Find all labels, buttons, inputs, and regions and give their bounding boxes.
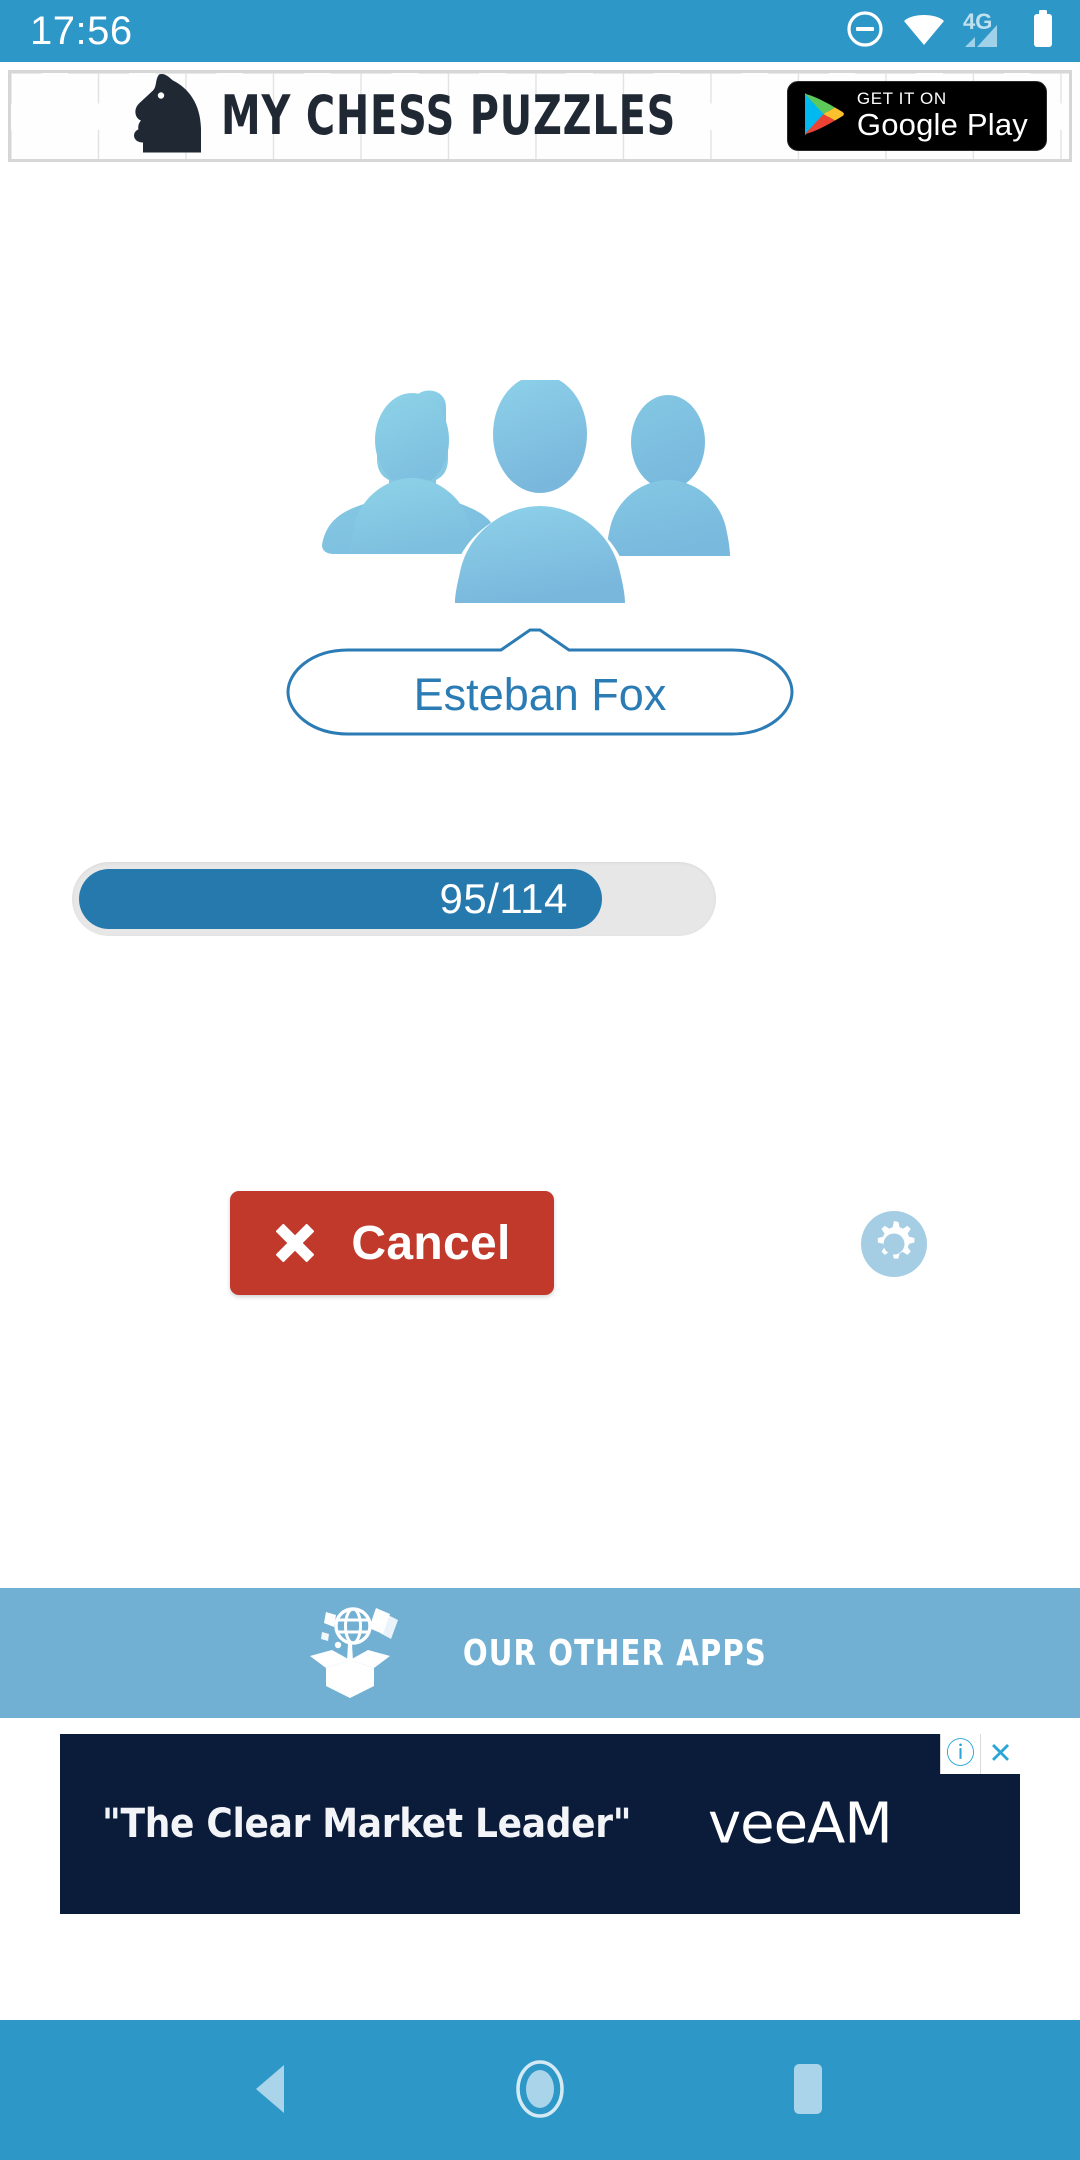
ad-info-icon: ⓘ [945, 1737, 975, 1770]
navigation-bar [0, 2020, 1080, 2160]
promo-banner[interactable]: MY CHESS PUZZLES GET IT ON Google Play [0, 62, 1080, 172]
home-circle-icon [508, 2053, 572, 2128]
do-not-disturb-icon [845, 9, 885, 54]
nav-recents-button[interactable] [715, 2020, 901, 2160]
gear-icon [859, 1211, 929, 1282]
google-play-text: GET IT ON Google Play [856, 88, 1028, 143]
progress-bar-fill: 95/114 [79, 869, 602, 929]
google-play-prefix: GET IT ON [856, 88, 947, 108]
nav-back-button[interactable] [179, 2020, 365, 2160]
promo-app-name: MY CHESS PUZZLES [221, 84, 677, 147]
nav-home-button[interactable] [447, 2020, 633, 2160]
promo-banner-inner[interactable]: MY CHESS PUZZLES GET IT ON Google Play [8, 70, 1072, 162]
ad-info-button[interactable]: ⓘ [940, 1734, 980, 1774]
battery-icon [1032, 9, 1054, 54]
ad-banner[interactable]: "The Clear Market Leader" veeAM ⓘ ✕ [60, 1734, 1020, 1914]
svg-text:4G: 4G [963, 9, 992, 34]
google-play-icon [802, 91, 844, 142]
chess-knight-puzzle-icon [129, 73, 211, 159]
main-content: Esteban Fox 95/114 Cancel [0, 172, 1080, 1588]
status-time: 17:56 [30, 9, 133, 53]
our-other-apps-bar[interactable]: OUR OTHER APPS [0, 1588, 1080, 1718]
google-play-store-name: Google Play [856, 107, 1028, 143]
promo-content: MY CHESS PUZZLES GET IT ON Google Play [11, 74, 1069, 153]
ad-container: "The Clear Market Leader" veeAM ⓘ ✕ [0, 1718, 1080, 2020]
ad-close-icon: ✕ [988, 1737, 1013, 1770]
ad-badges: ⓘ ✕ [940, 1734, 1020, 1774]
player-name: Esteban Fox [413, 669, 667, 720]
people-group-icon [320, 368, 760, 615]
cancel-button[interactable]: Cancel [230, 1191, 554, 1295]
player-name-bubble: Esteban Fox [284, 628, 796, 756]
google-play-badge[interactable]: GET IT ON Google Play [786, 81, 1047, 151]
progress-label: 95/114 [439, 875, 568, 922]
settings-button[interactable] [859, 1209, 929, 1279]
recents-square-icon [785, 2058, 831, 2123]
status-bar: 17:56 4G [0, 0, 1080, 62]
open-box-icon [296, 1598, 404, 1709]
back-triangle-icon [244, 2059, 300, 2122]
wifi-icon [902, 11, 946, 52]
ad-headline: "The Clear Market Leader" [102, 1801, 632, 1847]
ad-close-button[interactable]: ✕ [980, 1734, 1020, 1774]
close-x-icon [273, 1221, 317, 1265]
our-other-apps-label: OUR OTHER APPS [462, 1632, 767, 1674]
cancel-button-label: Cancel [351, 1216, 511, 1270]
progress-bar: 95/114 [72, 862, 716, 936]
status-icons: 4G [845, 9, 1054, 54]
ad-brand-logo: veeAM [708, 1791, 893, 1857]
mobile-network-label: 4G [963, 9, 1015, 54]
